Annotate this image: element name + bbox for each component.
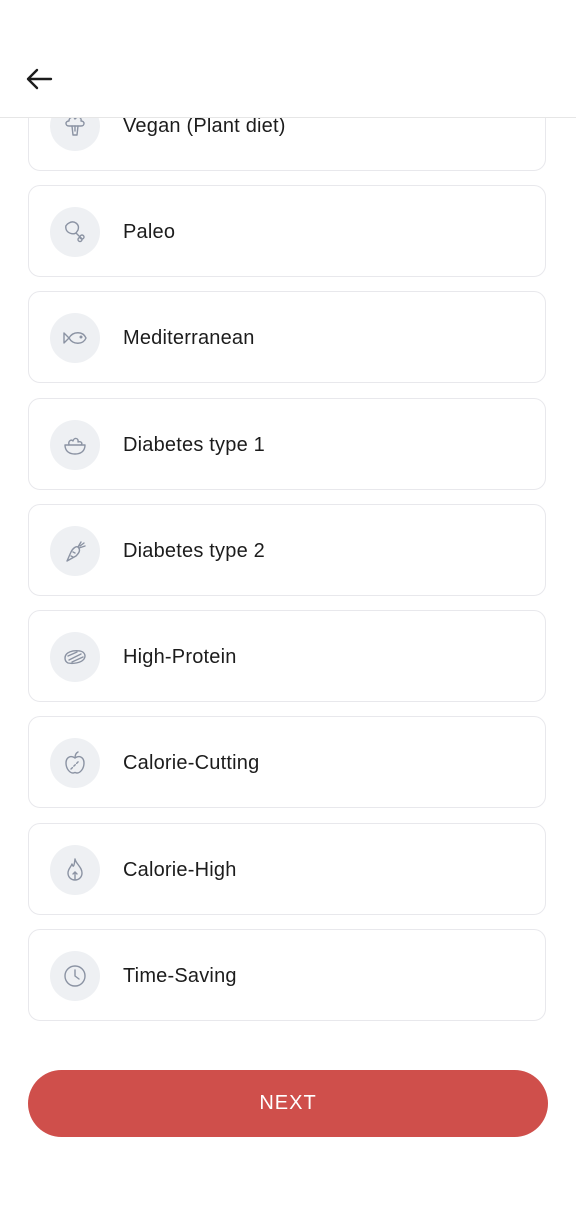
flame-icon [50, 845, 100, 895]
diet-option-label: Calorie-High [123, 859, 237, 881]
next-button[interactable]: NEXT [28, 1070, 548, 1137]
drumstick-icon [50, 207, 100, 257]
fish-icon [50, 313, 100, 363]
clock-icon [50, 951, 100, 1001]
diet-option-vegan[interactable]: Vegan (Plant diet) [28, 118, 546, 171]
diet-option-label: Paleo [123, 221, 176, 243]
back-button[interactable] [22, 62, 56, 96]
diet-option-label: Calorie-Cutting [123, 752, 260, 774]
diet-option-mediterranean[interactable]: Mediterranean [28, 291, 546, 383]
diet-option-label: Diabetes type 2 [123, 540, 265, 562]
diet-option-high-protein[interactable]: High-Protein [28, 610, 546, 702]
diet-option-paleo[interactable]: Paleo [28, 185, 546, 277]
top-bar [0, 0, 576, 118]
diet-option-time-saving[interactable]: Time-Saving [28, 929, 546, 1021]
diet-list[interactable]: Vegan (Plant diet) Paleo Mediterranean D… [0, 118, 576, 1048]
diet-option-label: High-Protein [123, 646, 237, 668]
diet-option-calorie-high[interactable]: Calorie-High [28, 823, 546, 915]
arrow-left-icon [26, 68, 53, 90]
apple-icon [50, 738, 100, 788]
diet-option-label: Mediterranean [123, 327, 255, 349]
diet-option-label: Diabetes type 1 [123, 434, 265, 456]
carrot-icon [50, 526, 100, 576]
salad-bowl-icon [50, 420, 100, 470]
steak-icon [50, 632, 100, 682]
diet-option-diabetes-2[interactable]: Diabetes type 2 [28, 504, 546, 596]
diet-option-label: Time-Saving [123, 965, 237, 987]
diet-option-label: Vegan (Plant diet) [123, 118, 286, 137]
broccoli-icon [50, 118, 100, 151]
diet-option-diabetes-1[interactable]: Diabetes type 1 [28, 398, 546, 490]
diet-option-calorie-cutting[interactable]: Calorie-Cutting [28, 716, 546, 808]
